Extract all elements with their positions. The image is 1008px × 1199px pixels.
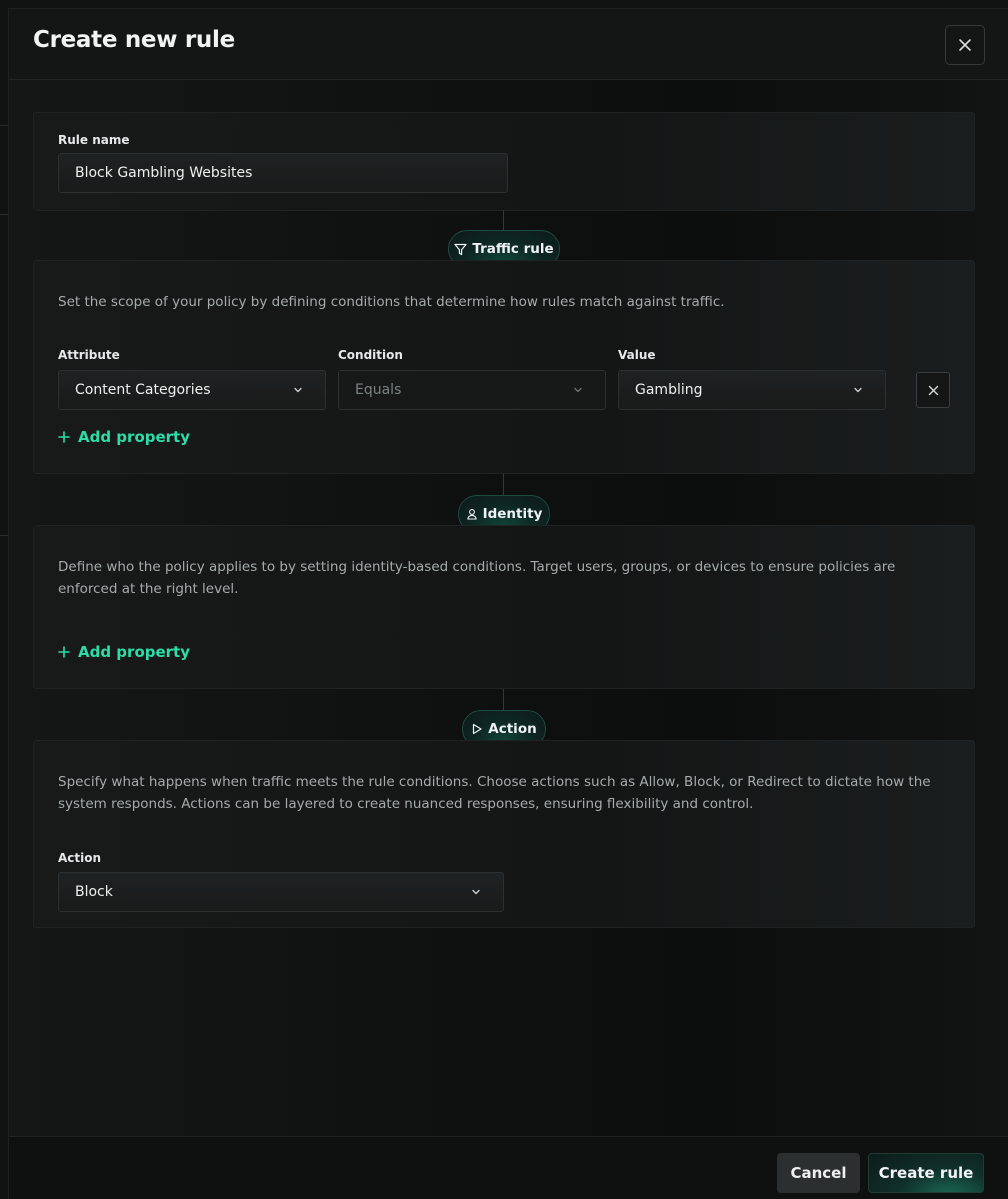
rule-name-input[interactable]: Block Gambling Websites bbox=[58, 153, 508, 193]
connector-line bbox=[503, 474, 504, 497]
connector-line bbox=[503, 210, 504, 232]
modal-header: Create new rule bbox=[9, 9, 1008, 80]
chevron-down-icon bbox=[854, 387, 862, 393]
chevron-down-icon bbox=[574, 387, 582, 393]
identity-badge-label: Identity bbox=[482, 506, 543, 522]
action-select[interactable]: Block bbox=[58, 872, 504, 912]
filter-icon bbox=[454, 243, 467, 255]
traffic-add-property-button[interactable]: Add property bbox=[58, 428, 190, 446]
attribute-select-value: Content Categories bbox=[75, 382, 211, 398]
cancel-button[interactable]: Cancel bbox=[777, 1153, 860, 1193]
backdrop-divider bbox=[0, 535, 8, 536]
condition-select[interactable]: Equals bbox=[338, 370, 606, 410]
action-badge-label: Action bbox=[488, 721, 537, 737]
plus-icon bbox=[58, 431, 70, 443]
add-property-label: Add property bbox=[78, 428, 191, 446]
close-icon bbox=[928, 385, 938, 395]
plus-icon bbox=[58, 646, 70, 658]
attribute-label: Attribute bbox=[58, 348, 120, 362]
traffic-description: Set the scope of your policy by defining… bbox=[58, 294, 725, 310]
backdrop-divider bbox=[0, 214, 8, 215]
identity-card: Define who the policy applies to by sett… bbox=[33, 525, 975, 689]
user-icon bbox=[466, 509, 477, 520]
rule-name-label: Rule name bbox=[58, 133, 130, 147]
condition-select-value: Equals bbox=[355, 382, 402, 398]
value-select-value: Gambling bbox=[635, 382, 703, 398]
traffic-rule-card: Set the scope of your policy by defining… bbox=[33, 260, 975, 474]
action-description: Specify what happens when traffic meets … bbox=[58, 774, 931, 812]
identity-add-property-button[interactable]: Add property bbox=[58, 643, 190, 661]
value-label: Value bbox=[618, 348, 656, 362]
action-label: Action bbox=[58, 851, 102, 865]
condition-label: Condition bbox=[338, 348, 403, 362]
value-select[interactable]: Gambling bbox=[618, 370, 886, 410]
rule-name-value: Block Gambling Websites bbox=[75, 165, 253, 181]
action-card: Specify what happens when traffic meets … bbox=[33, 740, 975, 928]
attribute-select[interactable]: Content Categories bbox=[58, 370, 326, 410]
chevron-down-icon bbox=[294, 387, 302, 393]
close-icon bbox=[959, 39, 971, 51]
modal-title: Create new rule bbox=[33, 27, 235, 53]
chevron-down-icon bbox=[472, 889, 480, 895]
modal-footer: Cancel Create rule bbox=[9, 1136, 1008, 1199]
create-rule-button[interactable]: Create rule bbox=[868, 1153, 984, 1193]
traffic-rule-badge-label: Traffic rule bbox=[472, 241, 554, 257]
backdrop-divider bbox=[0, 125, 8, 126]
action-select-value: Block bbox=[75, 884, 113, 900]
play-icon bbox=[473, 723, 482, 735]
remove-condition-button[interactable] bbox=[916, 372, 950, 408]
add-property-label: Add property bbox=[78, 643, 191, 661]
identity-description: Define who the policy applies to by sett… bbox=[58, 559, 896, 597]
create-rule-modal: Create new rule Rule name Block Gambling… bbox=[8, 8, 1008, 1199]
close-button[interactable] bbox=[945, 25, 985, 65]
rule-name-card: Rule name Block Gambling Websites bbox=[33, 112, 975, 211]
connector-line bbox=[503, 689, 504, 711]
